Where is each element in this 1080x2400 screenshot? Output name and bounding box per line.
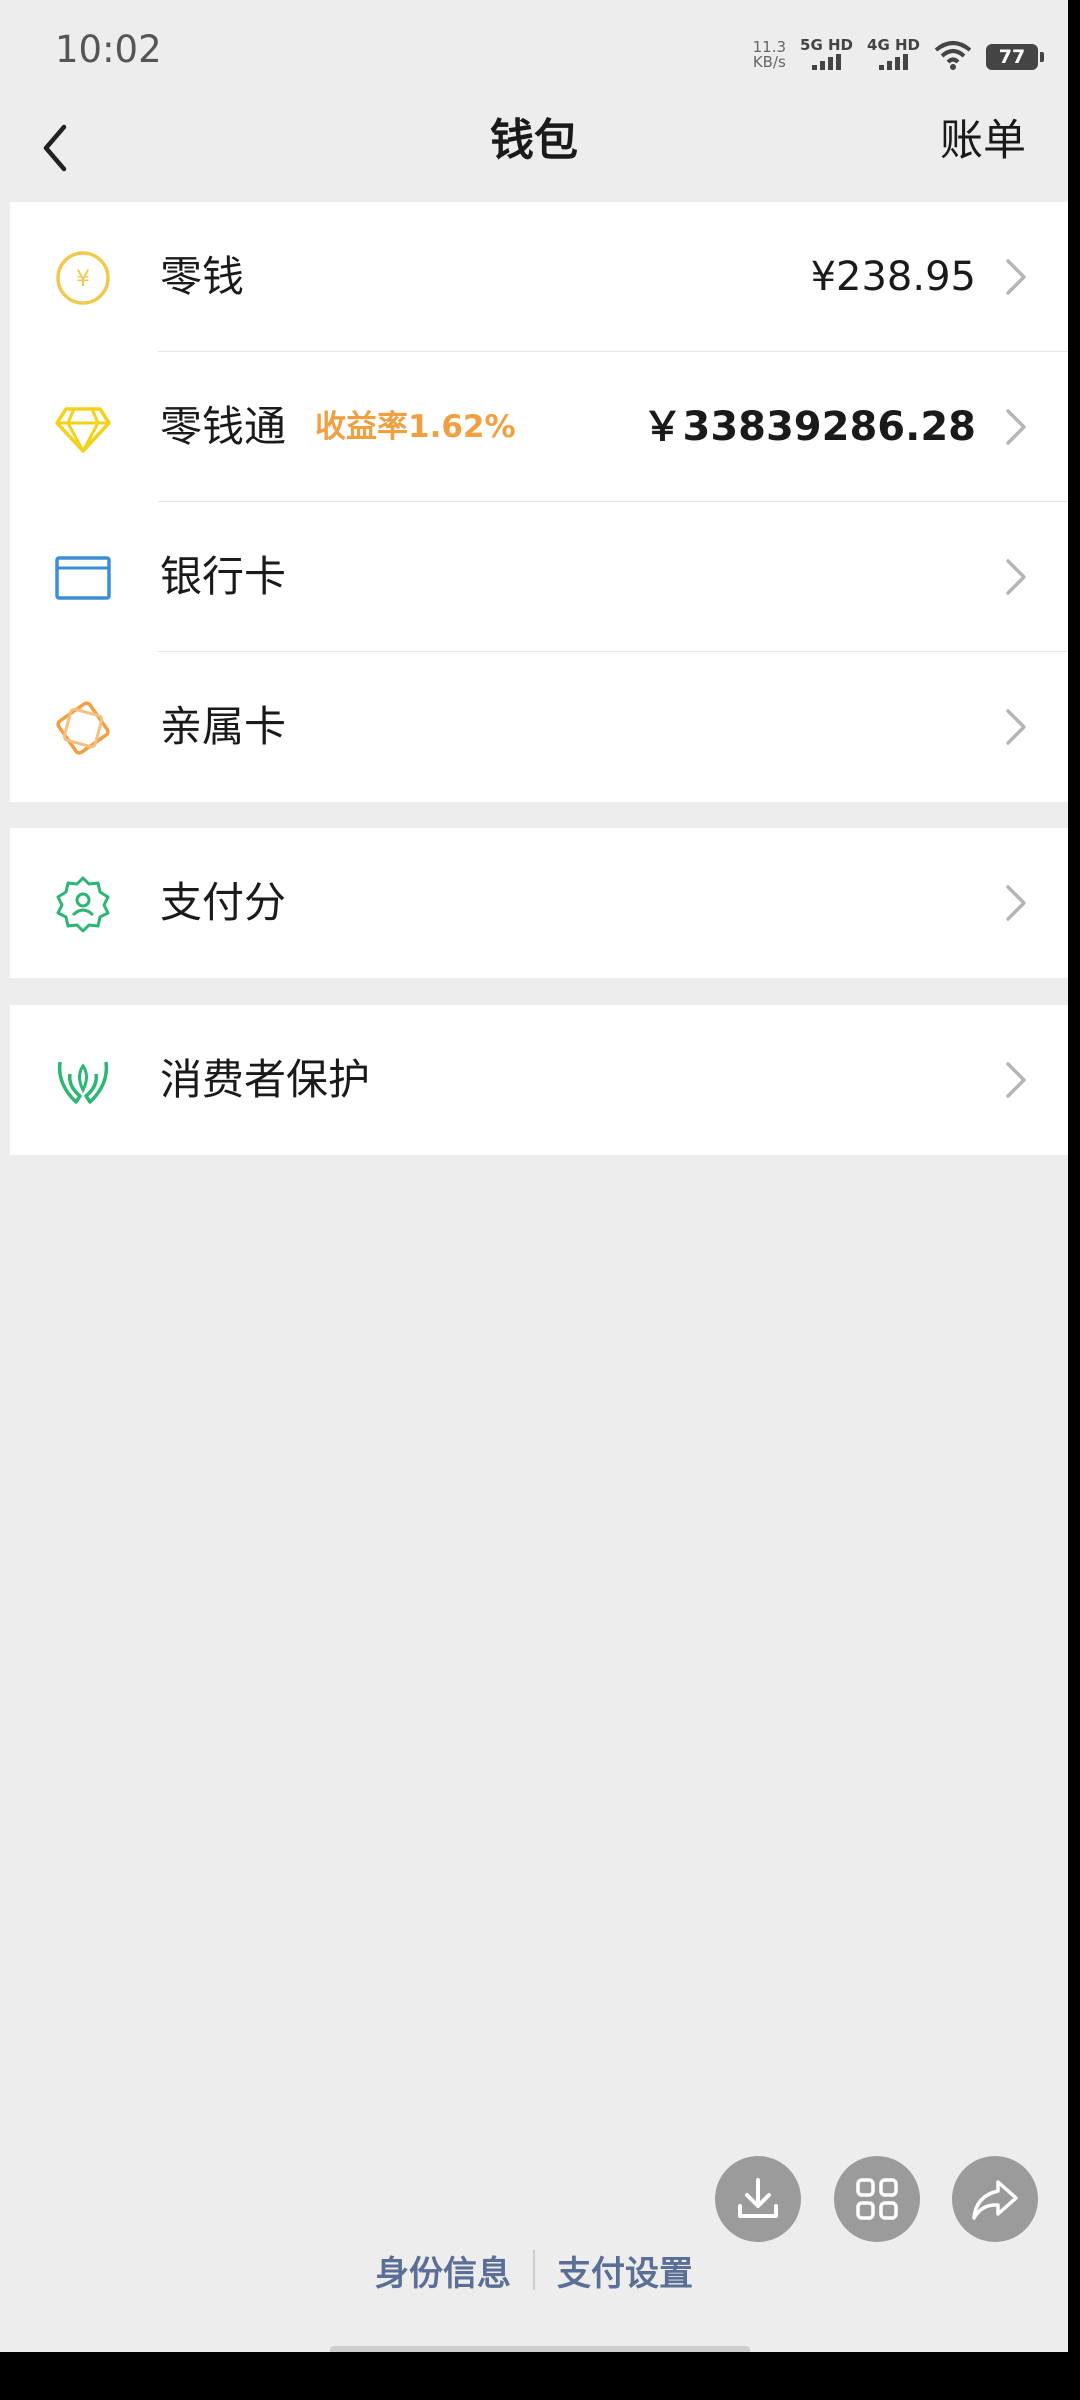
pay-settings-link[interactable]: 支付设置 — [557, 2246, 693, 2295]
header: 钱包 账单 — [0, 98, 1068, 202]
bill-link[interactable]: 账单 — [940, 98, 1026, 184]
net-speed-unit: KB/s — [752, 53, 786, 71]
list-item-pay-score[interactable]: 支付分 — [10, 828, 1068, 978]
chevron-right-icon — [1006, 1062, 1026, 1098]
list-item-consumer-protection[interactable]: 消费者保护 — [10, 1005, 1068, 1155]
share-button[interactable] — [952, 2156, 1038, 2242]
wifi-icon — [934, 41, 972, 70]
grid-icon — [856, 2178, 898, 2220]
identity-info-link[interactable]: 身份信息 — [375, 2246, 511, 2295]
signal-bars-icon — [812, 54, 842, 70]
chevron-right-icon — [1006, 709, 1026, 745]
grid-button[interactable] — [834, 2156, 920, 2242]
balance-value: ¥238.95 — [810, 254, 976, 300]
share-icon — [972, 2180, 1018, 2220]
footer-links: 身份信息 支付设置 — [0, 2240, 1068, 2300]
home-indicator[interactable] — [330, 2346, 750, 2352]
family-card-icon — [56, 701, 110, 755]
diamond-icon — [55, 407, 111, 453]
status-icons: 11.3 KB/s 5G HD 4G HD 77 — [753, 26, 1044, 70]
footer-separator — [533, 2250, 535, 2290]
page-title: 钱包 — [490, 115, 578, 166]
bank-card-icon — [55, 556, 111, 600]
list-item-label: 零钱 — [160, 252, 245, 301]
balance-value: ￥33839286.28 — [642, 404, 976, 450]
list-item-label: 支付分 — [160, 878, 287, 927]
list-item-lingqiantong[interactable]: 零钱通 收益率1.62% ￥33839286.28 — [10, 352, 1068, 502]
download-icon — [738, 2178, 778, 2218]
status-bar: 10:02 11.3 KB/s 5G HD 4G HD 77 — [0, 0, 1068, 98]
list-item-label: 银行卡 — [160, 552, 287, 601]
sim2-signal: 4G HD — [867, 37, 920, 70]
list-item-label: 零钱通 — [160, 402, 287, 451]
consumer-protection-icon — [57, 1061, 109, 1104]
battery-icon: 77 — [986, 44, 1044, 70]
sim2-label: 4G HD — [867, 36, 920, 54]
chevron-right-icon — [1006, 885, 1026, 921]
yield-rate-badge: 收益率1.62% — [315, 409, 516, 445]
sim1-label: 5G HD — [800, 36, 854, 54]
chevron-right-icon — [1006, 409, 1026, 445]
svg-text:¥: ¥ — [76, 267, 90, 292]
pay-score-icon — [56, 876, 110, 933]
coin-yuan-icon: ¥ — [56, 251, 110, 305]
list-item-family-card[interactable]: 亲属卡 — [10, 652, 1068, 802]
net-speed: 11.3 KB/s — [753, 40, 786, 70]
download-button[interactable] — [715, 2156, 801, 2242]
chevron-right-icon — [1006, 259, 1026, 295]
list-item-label: 消费者保护 — [160, 1055, 371, 1104]
chevron-right-icon — [1006, 559, 1026, 595]
status-time: 10:02 — [55, 28, 162, 71]
sim1-signal: 5G HD — [800, 37, 853, 70]
signal-bars-icon — [879, 54, 908, 70]
list-item-change[interactable]: ¥ 零钱 ¥238.95 — [10, 202, 1068, 352]
pay-score-group: 支付分 — [10, 828, 1068, 978]
list-item-bank-card[interactable]: 银行卡 — [10, 502, 1068, 652]
screen: 10:02 11.3 KB/s 5G HD 4G HD 77 钱包 账单 ¥ 零… — [0, 0, 1068, 2352]
wallet-assets-group: ¥ 零钱 ¥238.95 零钱通 收益率1.62% ￥33839286.28 银… — [10, 202, 1068, 802]
list-item-label: 亲属卡 — [160, 702, 287, 751]
consumer-protection-group: 消费者保护 — [10, 1005, 1068, 1155]
